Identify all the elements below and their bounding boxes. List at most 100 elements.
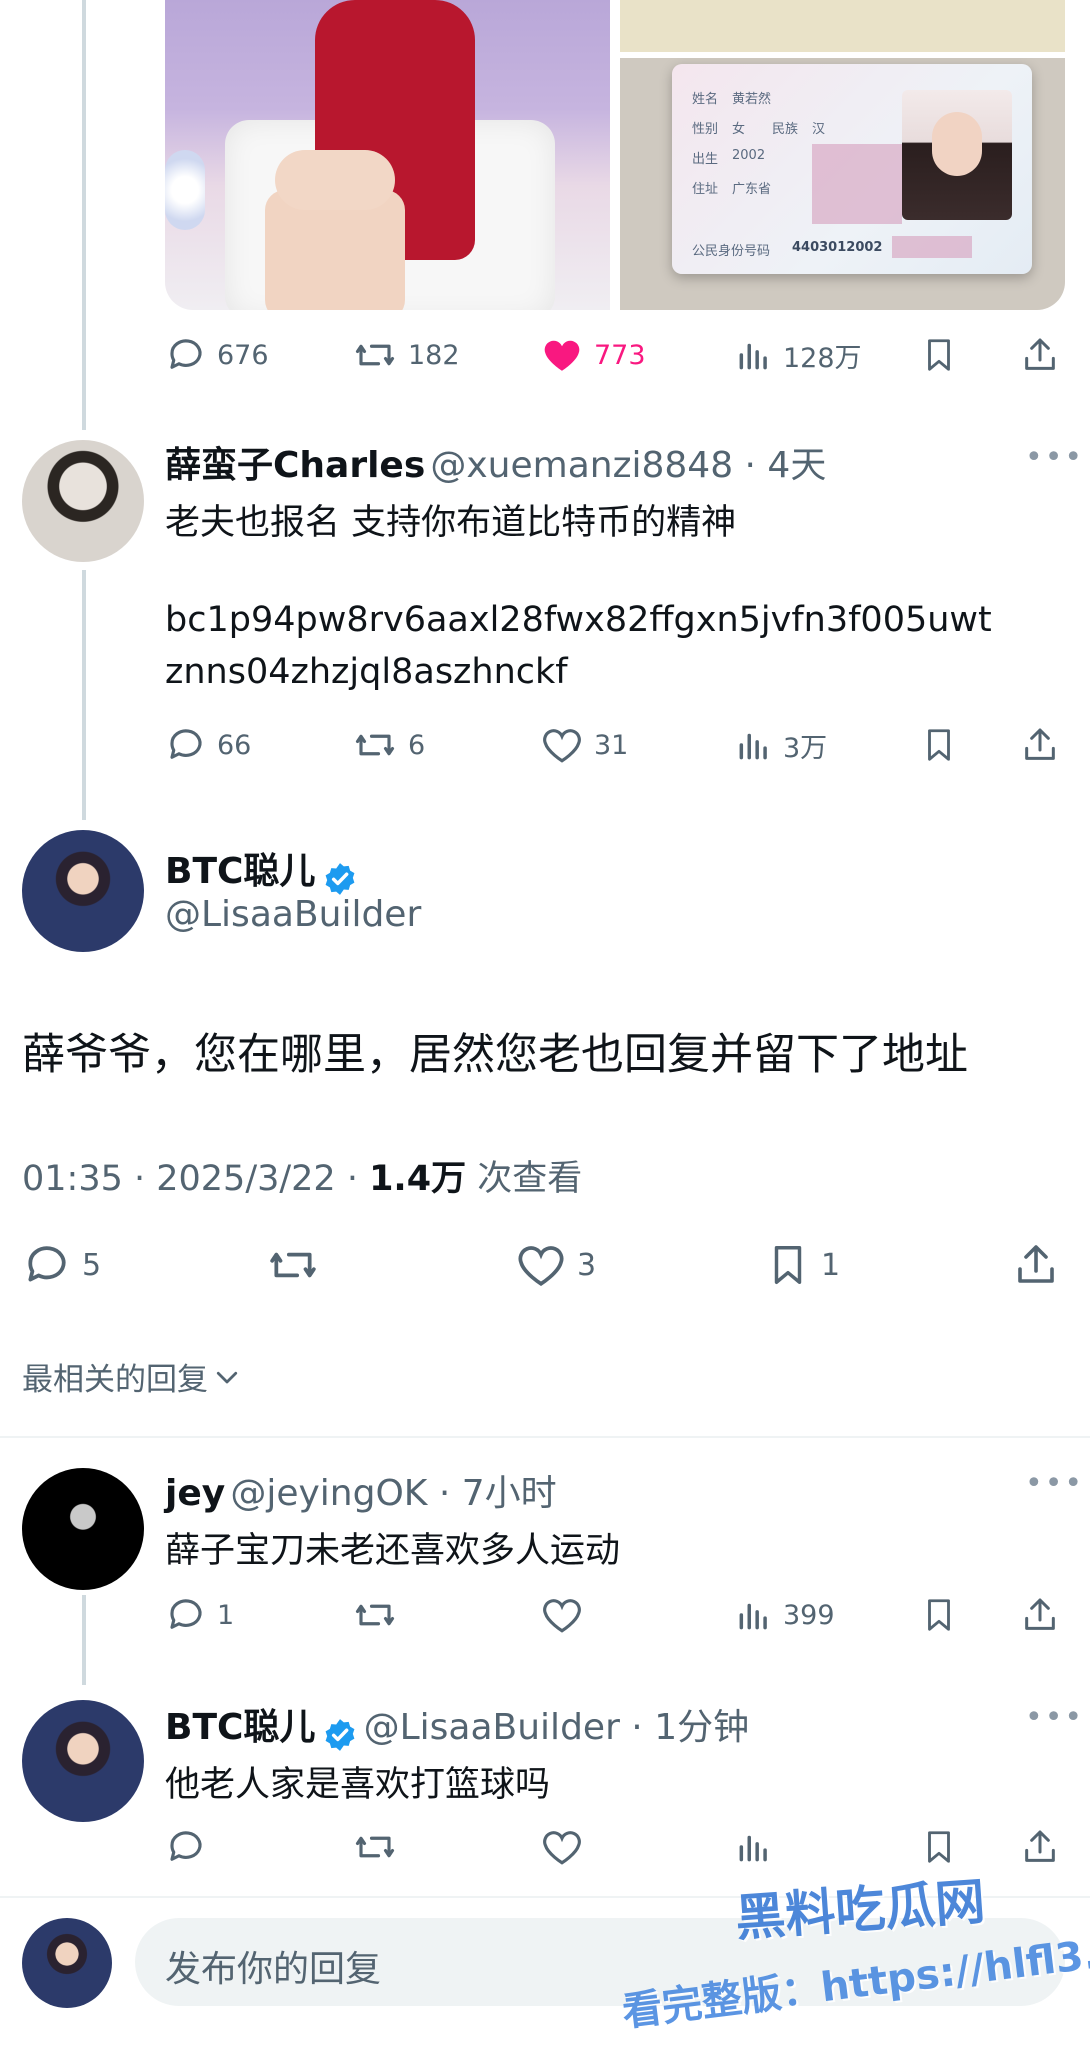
reply2-reply-count: 1 — [217, 1599, 235, 1631]
avatar-btc-conger-reply[interactable] — [22, 1700, 144, 1822]
share-icon — [1025, 728, 1055, 760]
views-icon — [739, 343, 767, 370]
reply2-share-button[interactable] — [1020, 1594, 1070, 1636]
heart-icon — [543, 1599, 581, 1633]
heart-filled-icon — [544, 340, 580, 371]
id-value-name: 黄若然 — [732, 92, 772, 107]
share-icon — [1018, 1245, 1054, 1283]
reply2-name[interactable]: jey — [165, 1473, 225, 1514]
main-retweet-button[interactable] — [265, 1240, 331, 1290]
reply1-reply-count: 66 — [217, 729, 252, 761]
reply1-more-icon[interactable]: ••• — [1025, 440, 1084, 475]
reply3-meta[interactable]: @LisaaBuilder · 1分钟 — [364, 1707, 750, 1748]
share-icon — [1025, 338, 1055, 370]
main-tweet-text: 薛爷爷，您在哪里，居然您老也回复并留下了地址 — [22, 1030, 968, 1080]
avatar-btc-conger[interactable] — [22, 830, 144, 952]
reply3-bookmark-button[interactable] — [920, 1826, 968, 1868]
reply3-name[interactable]: BTC聪儿 — [165, 1707, 315, 1748]
main-bookmark-stat[interactable]: 1 — [765, 1240, 840, 1290]
retweet-icon — [355, 1836, 395, 1858]
reply2-reply-stat[interactable]: 1 — [165, 1594, 234, 1636]
avatar-charles[interactable] — [22, 440, 144, 562]
reply1-reply-stat[interactable]: 66 — [165, 724, 251, 766]
main-author[interactable]: BTC聪儿 — [165, 842, 359, 898]
flowers-decoration — [165, 150, 205, 230]
reply1-name[interactable]: 薛蛮子Charles — [165, 445, 425, 486]
main-handle[interactable]: @LisaaBuilder — [165, 894, 421, 935]
reply3-reply-button[interactable] — [165, 1826, 217, 1868]
retweet-icon — [355, 344, 395, 366]
reply1-views-stat[interactable]: 3万 — [735, 724, 827, 766]
reply3-share-button[interactable] — [1020, 1826, 1070, 1868]
reply1-line2: bc1p94pw8rv6aaxl28fwx82ffgxn5jvfn3f005uw… — [165, 600, 992, 640]
id-photo — [902, 90, 1012, 220]
main-views-label: 次查看 — [466, 1159, 583, 1199]
retweet-icon — [270, 1252, 316, 1278]
main-share-button[interactable] — [1012, 1240, 1070, 1290]
reply1-like-stat[interactable]: 31 — [540, 724, 628, 766]
id-label-name: 姓名 — [692, 92, 719, 107]
thread-line-reply — [82, 1595, 86, 1685]
reply1-meta[interactable]: @xuemanzi8848 · 4天 — [430, 445, 826, 486]
reply2-retweet-button[interactable] — [352, 1594, 408, 1636]
tweet-image-left[interactable] — [165, 0, 610, 310]
reply2-meta[interactable]: @jeyingOK · 7小时 — [230, 1473, 556, 1514]
top-retweet-stat[interactable]: 182 — [352, 334, 460, 376]
main-reply-stat[interactable]: 5 — [22, 1240, 101, 1290]
reply2-views-stat[interactable]: 399 — [735, 1594, 835, 1636]
comment-icon — [170, 339, 202, 369]
sort-label: 最相关的回复 — [22, 1362, 208, 1398]
reply2-bookmark-button[interactable] — [920, 1594, 968, 1636]
reply3-more-icon[interactable]: ••• — [1025, 1700, 1084, 1735]
top-share-button[interactable] — [1020, 334, 1070, 376]
reply2-header: jey @jeyingOK · 7小时 — [165, 1464, 557, 1516]
bookmark-icon — [928, 1599, 950, 1631]
reply3-retweet-button[interactable] — [352, 1826, 408, 1868]
id-value-number: 4403012002 — [792, 240, 883, 255]
sort-divider — [0, 1436, 1090, 1438]
avatar-jey[interactable] — [22, 1468, 144, 1590]
top-views-stat[interactable]: 128万 — [735, 334, 862, 376]
top-like-count: 773 — [594, 339, 646, 371]
reply1-share-button[interactable] — [1020, 724, 1070, 766]
id-label-address: 住址 — [692, 182, 719, 197]
reply1-retweet-count: 6 — [408, 729, 426, 761]
main-like-stat[interactable]: 3 — [515, 1240, 596, 1290]
reply1-header: 薛蛮子Charles @xuemanzi8848 · 4天 — [165, 436, 826, 488]
top-like-stat[interactable]: 773 — [540, 334, 646, 376]
top-bookmark-button[interactable] — [920, 334, 968, 376]
views-icon — [739, 733, 767, 760]
bookmark-icon — [928, 339, 950, 371]
main-views-count: 1.4万 — [369, 1159, 467, 1199]
tweet-image-id-card[interactable]: 姓名 黄若然 性别 女 民族 汉 出生 2002 住址 广东省 公民身份号码 4… — [620, 58, 1065, 310]
id-label-birth: 出生 — [692, 152, 719, 167]
main-bookmark-count: 1 — [821, 1247, 841, 1283]
reply2-like-button[interactable] — [540, 1594, 594, 1636]
reply2-text: 薛子宝刀未老还喜欢多人运动 — [165, 1531, 621, 1571]
reply2-more-icon[interactable]: ••• — [1025, 1466, 1084, 1501]
bookmark-icon — [774, 1246, 802, 1284]
reply3-like-button[interactable] — [540, 1826, 594, 1868]
main-name: BTC聪儿 — [165, 851, 316, 892]
main-like-count: 3 — [577, 1247, 597, 1283]
reply3-views-button[interactable] — [735, 1826, 783, 1868]
verified-badge-icon — [325, 1718, 354, 1751]
heart-icon — [518, 1246, 564, 1286]
tweet-image-top-right[interactable] — [620, 0, 1065, 52]
arm-shape — [275, 150, 395, 210]
reply-placeholder: 发布你的回复 — [165, 1949, 382, 1990]
views-icon — [739, 1835, 767, 1862]
retweet-icon — [355, 1604, 395, 1626]
top-reply-stat[interactable]: 676 — [165, 334, 269, 376]
main-tweet-meta: 01:35 · 2025/3/22 · 1.4万 次查看 — [22, 1150, 582, 1201]
retweet-icon — [355, 734, 395, 756]
reply3-text: 他老人家是喜欢打篮球吗 — [165, 1765, 551, 1805]
top-views-count: 128万 — [783, 342, 862, 374]
reply1-bookmark-button[interactable] — [920, 724, 968, 766]
id-value-sex: 女 — [732, 122, 746, 137]
sort-dropdown[interactable]: 最相关的回复 — [22, 1354, 242, 1399]
thread-line-top — [82, 0, 86, 430]
id-value-ethnic: 汉 — [812, 122, 826, 137]
reply1-retweet-stat[interactable]: 6 — [352, 724, 425, 766]
bookmark-icon — [928, 729, 950, 761]
